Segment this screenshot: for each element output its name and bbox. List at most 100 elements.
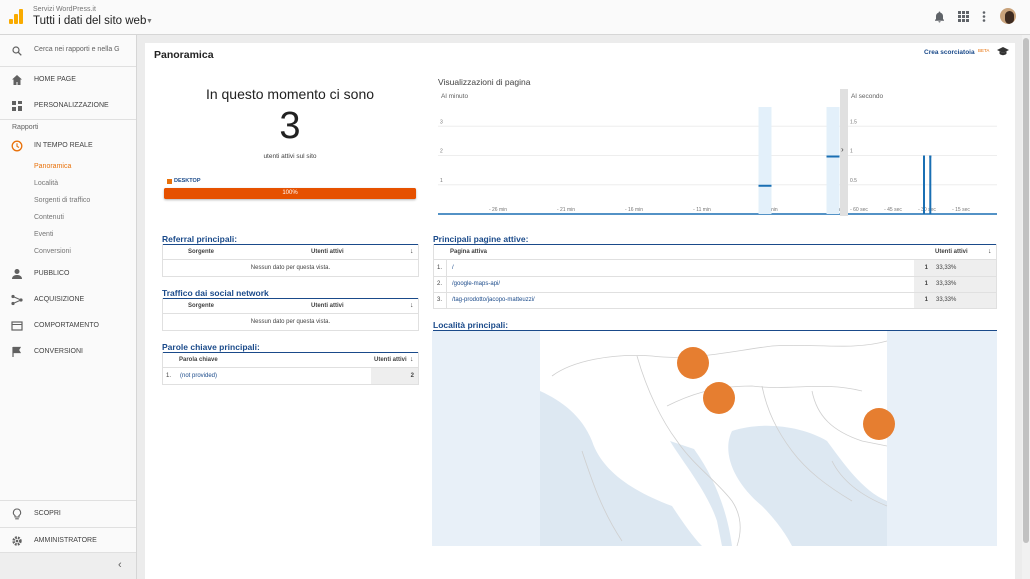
- page-users: 1: [924, 281, 928, 287]
- sidebar-item-label: PERSONALIZZAZIONE: [34, 102, 109, 109]
- more-vert-icon[interactable]: [982, 11, 986, 25]
- divider: [446, 260, 447, 308]
- x-tick-label: - 16 min: [625, 207, 643, 213]
- property-selector[interactable]: Tutti i dati del sito web: [33, 15, 146, 27]
- x-tick-label: - 45 sec: [884, 207, 902, 213]
- column-header-source[interactable]: Sorgente: [188, 303, 214, 309]
- sort-arrow-icon[interactable]: ↓: [410, 356, 414, 363]
- locations-title: Località principali:: [433, 320, 509, 330]
- sort-arrow-icon[interactable]: ↓: [410, 302, 414, 309]
- bar-highlight: [826, 107, 840, 214]
- behavior-icon: [11, 321, 23, 331]
- sidebar-item-realtime[interactable]: IN TEMPO REALE: [0, 133, 136, 159]
- chart-subtitle: Al secondo: [851, 93, 884, 100]
- y-tick-label: 1: [850, 149, 853, 155]
- apps-grid-icon[interactable]: [958, 11, 969, 25]
- device-label: DESKTOP: [174, 178, 201, 184]
- active-users-caption: utenti attivi sul sito: [263, 153, 317, 160]
- page-percent: 33,33%: [936, 281, 957, 287]
- column-header-active-page[interactable]: Pagina attiva: [450, 249, 487, 255]
- sidebar-item-customization[interactable]: PERSONALIZZAZIONE: [0, 93, 136, 119]
- column-header-keyword[interactable]: Parola chiave: [179, 357, 218, 363]
- page-link[interactable]: /tag-prodotto/jacopo-matteuzzi/: [452, 297, 535, 303]
- sidebar-item-label: HOME PAGE: [34, 76, 76, 83]
- pageviews-title: Visualizzazioni di pagina: [438, 77, 531, 87]
- x-tick-label: - 11 min: [693, 207, 711, 213]
- page-link[interactable]: /: [452, 265, 454, 271]
- sidebar-item-audience[interactable]: PUBBLICO: [0, 261, 136, 287]
- sidebar-item-label: SCOPRI: [34, 510, 61, 517]
- chevron-down-icon[interactable]: ▼: [146, 18, 153, 25]
- sort-arrow-icon[interactable]: ↓: [410, 248, 414, 255]
- x-tick-label: - 21 min: [557, 207, 575, 213]
- clock-icon: [11, 140, 23, 152]
- row-index: 2.: [437, 281, 443, 287]
- sidebar-subitem-overview[interactable]: Panoramica: [34, 163, 71, 170]
- sidebar-item-label: AMMINISTRATORE: [34, 537, 97, 544]
- active-pages-title: Principali pagine attive:: [433, 234, 529, 244]
- sidebar-subitem-locations[interactable]: Località: [34, 180, 58, 187]
- sidebar-subitem-conversions[interactable]: Conversioni: [34, 248, 71, 255]
- divider: [433, 292, 997, 293]
- collapse-sidebar-button[interactable]: ‹: [0, 552, 136, 579]
- avatar[interactable]: [1000, 8, 1016, 24]
- sidebar-subitem-traffic-sources[interactable]: Sorgenti di traffico: [34, 197, 90, 204]
- x-tick-label: - 26 min: [489, 207, 507, 213]
- divider: [418, 244, 419, 277]
- sidebar-item-admin[interactable]: AMMINISTRATORE: [0, 528, 136, 554]
- bar: [923, 155, 925, 214]
- page-percent: 33,33%: [936, 265, 957, 271]
- divider: [162, 352, 163, 385]
- sidebar-item-home[interactable]: HOME PAGE: [0, 67, 136, 93]
- beta-badge: BETA: [978, 48, 990, 53]
- create-shortcut-link[interactable]: Crea scorciatoia: [924, 49, 975, 56]
- x-tick-label: - 15 sec: [952, 207, 970, 213]
- divider: [418, 298, 419, 331]
- chevron-left-icon: ‹: [118, 559, 122, 571]
- acquisition-icon: [11, 294, 23, 306]
- home-icon: [12, 75, 22, 85]
- locations-map[interactable]: [432, 331, 997, 546]
- divider: [162, 384, 419, 385]
- page-link[interactable]: /google-maps-api/: [452, 281, 500, 287]
- sidebar-item-behavior[interactable]: COMPORTAMENTO: [0, 313, 136, 339]
- divider: [996, 244, 997, 309]
- search-row[interactable]: Cerca nei rapporti e nella G: [0, 35, 136, 67]
- sidebar: Cerca nei rapporti e nella G HOME PAGE P…: [0, 35, 137, 579]
- sidebar-subitem-events[interactable]: Eventi: [34, 231, 53, 238]
- pageviews-per-minute-chart: Al minuto 3 2 1 - 26 min - 21 min - 16 min - 11…: [438, 93, 840, 215]
- column-header-active-users[interactable]: Utenti attivi: [311, 303, 344, 309]
- x-tick-label: - 30 sec: [918, 207, 936, 213]
- bell-icon[interactable]: [934, 11, 945, 26]
- analytics-logo-icon[interactable]: [9, 9, 23, 24]
- y-tick-label: 1: [440, 178, 443, 184]
- sidebar-item-label: IN TEMPO REALE: [34, 142, 93, 149]
- dashboard-icon: [12, 101, 22, 111]
- column-header-source[interactable]: Sorgente: [188, 249, 214, 255]
- social-title: Traffico dai social network: [162, 288, 269, 298]
- sort-arrow-icon[interactable]: ↓: [988, 248, 992, 255]
- page-title: Panoramica: [154, 49, 214, 61]
- divider: [162, 313, 419, 314]
- search-icon: [12, 46, 22, 56]
- academy-cap-icon[interactable]: [997, 47, 1009, 58]
- x-tick-label: - 60 sec: [850, 207, 868, 213]
- sidebar-item-acquisition[interactable]: ACQUISIZIONE: [0, 287, 136, 313]
- divider: [162, 298, 419, 299]
- divider: [162, 244, 419, 245]
- search-input[interactable]: Cerca nei rapporti e nella G: [34, 46, 120, 53]
- scrollbar-thumb[interactable]: [1023, 38, 1029, 543]
- sidebar-item-label: CONVERSIONI: [34, 348, 84, 355]
- account-name[interactable]: Servizi WordPress.it: [33, 6, 96, 13]
- sidebar-item-conversions[interactable]: CONVERSIONI: [0, 339, 136, 365]
- keyword-link[interactable]: (not provided): [180, 373, 217, 379]
- sidebar-item-discover[interactable]: SCOPRI: [0, 501, 136, 527]
- column-header-active-users[interactable]: Utenti attivi: [374, 357, 407, 363]
- column-header-active-users[interactable]: Utenti attivi: [311, 249, 344, 255]
- sidebar-item-label: COMPORTAMENTO: [34, 322, 99, 329]
- divider: [162, 244, 163, 277]
- page-users: 1: [924, 265, 928, 271]
- sidebar-subitem-content[interactable]: Contenuti: [34, 214, 64, 221]
- chevron-right-icon[interactable]: ›: [841, 145, 844, 154]
- column-header-active-users[interactable]: Utenti attivi: [935, 249, 968, 255]
